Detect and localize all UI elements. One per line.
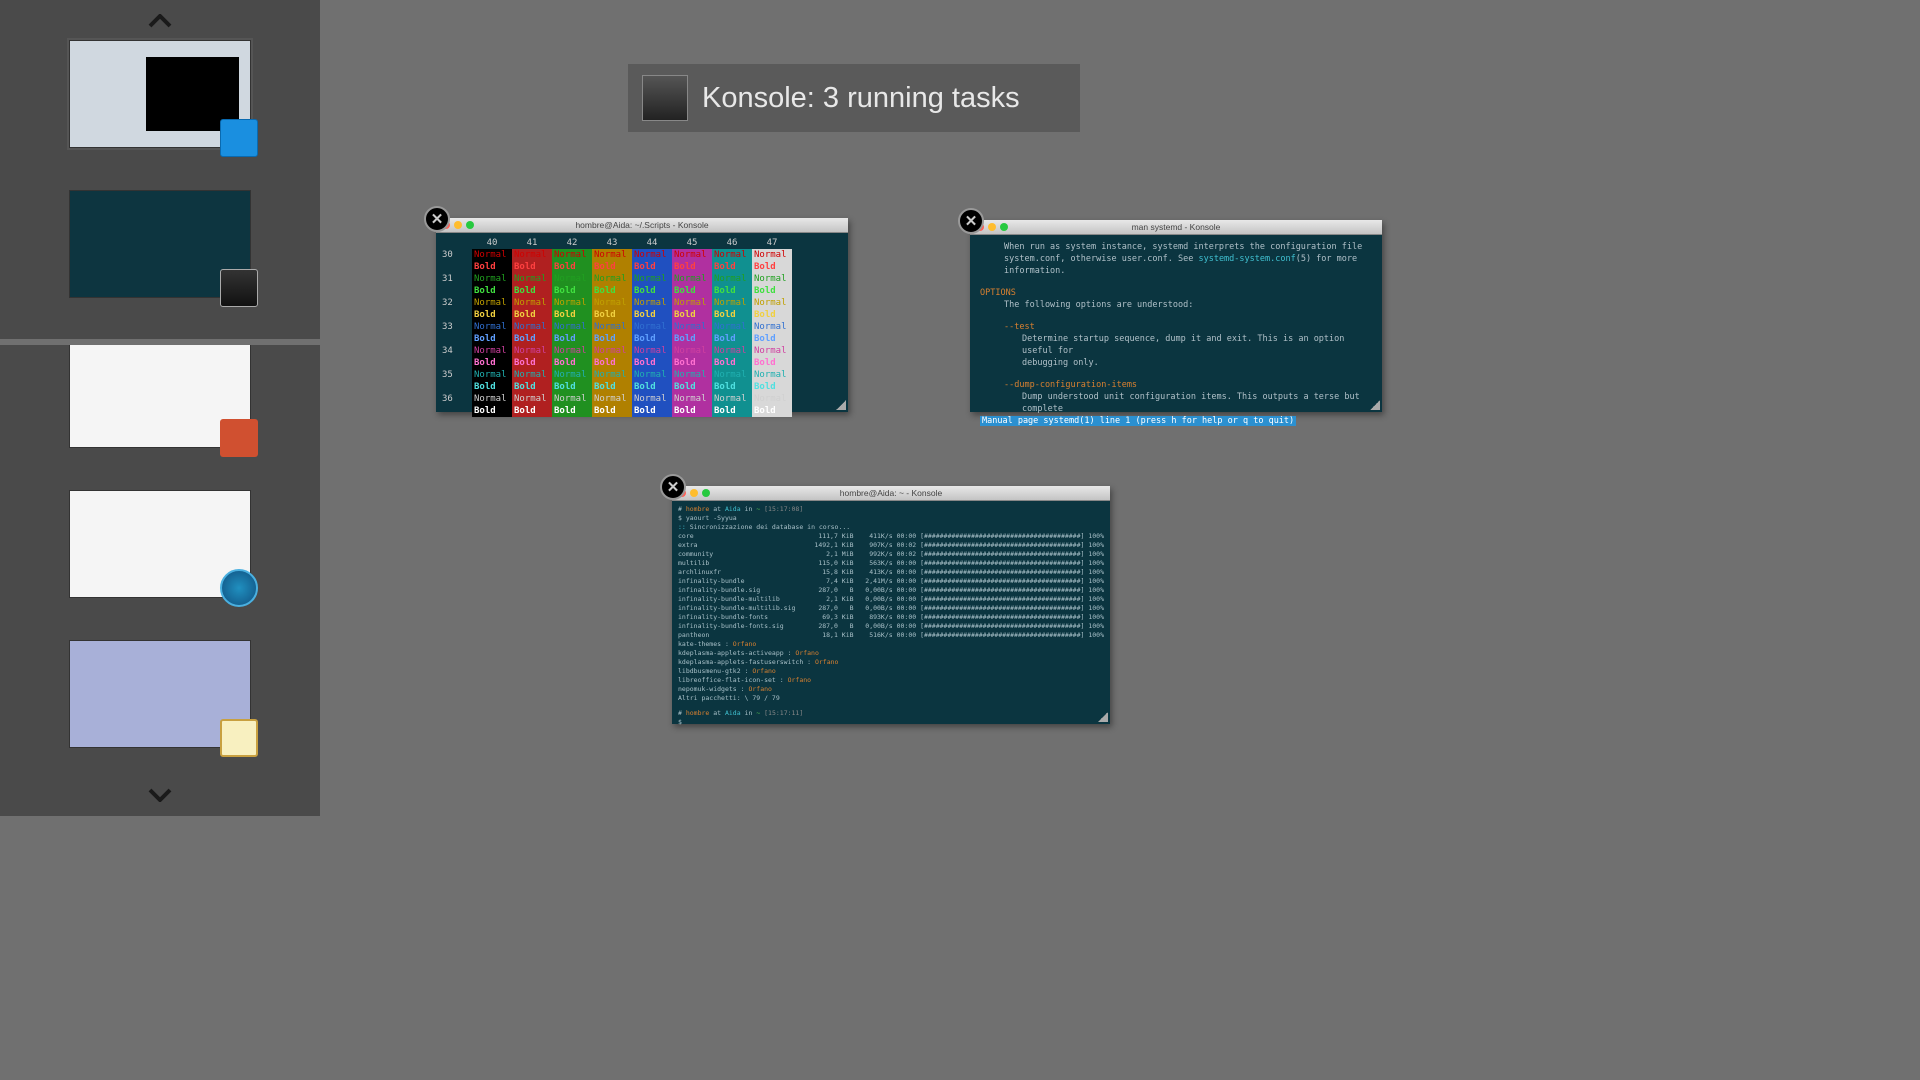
thumb-settings[interactable] [69,340,251,448]
scroll-up-icon[interactable] [0,6,320,36]
resize-grip[interactable] [836,400,846,410]
window-title: man systemd - Konsole [970,222,1382,232]
close-icon[interactable]: ✕ [660,474,686,500]
sidebar-separator [0,339,320,345]
thumb-gimp[interactable] [69,640,251,748]
thumb-terminal[interactable] [69,190,251,298]
close-icon[interactable]: ✕ [958,208,984,234]
konsole-window-colors[interactable]: ✕ hombre@Aida: ~/.Scripts - Konsole 4041… [436,218,848,412]
terminal-icon [220,269,258,307]
titlebar[interactable]: man systemd - Konsole [970,220,1382,235]
group-title: Konsole: 3 running tasks [702,82,1020,115]
terminal-content: When run as system instance, systemd int… [970,235,1382,433]
resize-grip[interactable] [1098,712,1108,722]
titlebar[interactable]: hombre@Aida: ~ - Konsole [672,486,1110,501]
settings-icon [220,419,258,457]
konsole-window-yaourt[interactable]: ✕ hombre@Aida: ~ - Konsole # hombre at A… [672,486,1110,724]
konsole-window-systemd[interactable]: ✕ man systemd - Konsole When run as syst… [970,220,1382,412]
terminal-content: 404142434445464730NormalBoldNormalBoldNo… [436,233,848,421]
image-icon [220,719,258,757]
folder-icon [220,119,258,157]
resize-grip[interactable] [1370,400,1380,410]
sidebar [0,0,320,816]
terminal-content: # hombre at Aida in ~ [15:17:08]$ yaourt… [672,501,1110,731]
window-title: hombre@Aida: ~ - Konsole [672,488,1110,498]
scroll-down-icon[interactable] [0,780,320,810]
browser-icon [220,569,258,607]
titlebar[interactable]: hombre@Aida: ~/.Scripts - Konsole [436,218,848,233]
konsole-icon [642,75,688,121]
group-header: Konsole: 3 running tasks [628,64,1080,132]
thumb-browser[interactable] [69,490,251,598]
thumb-file-manager[interactable] [69,40,251,148]
thumbnail-list [0,40,320,790]
window-title: hombre@Aida: ~/.Scripts - Konsole [436,220,848,230]
close-icon[interactable]: ✕ [424,206,450,232]
